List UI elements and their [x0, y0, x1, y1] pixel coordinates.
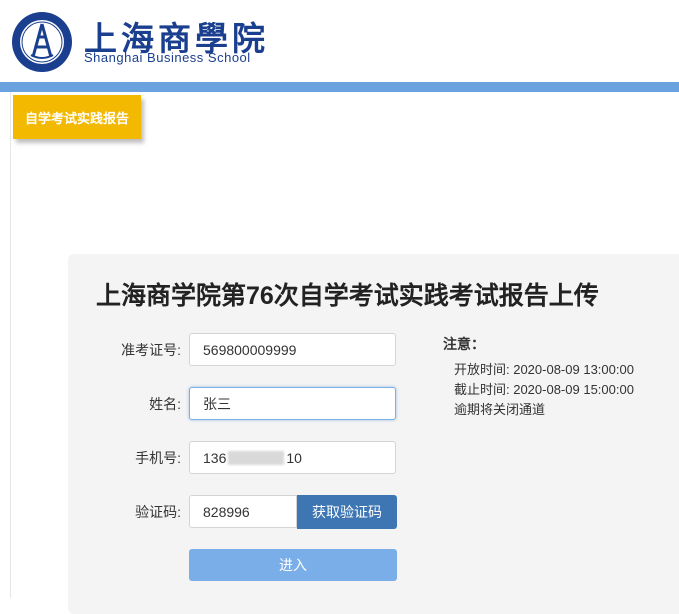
notice-overdue: 逾期将关闭通道 — [454, 402, 546, 417]
code-value: 828996 — [203, 503, 250, 520]
code-input[interactable]: 828996 — [189, 495, 297, 528]
notice-close-time: 截止时间: 2020-08-09 15:00:00 — [454, 382, 634, 397]
school-name-english: Shanghai Business School — [84, 50, 251, 65]
exam-id-label: 准考证号: — [121, 342, 181, 358]
code-label: 验证码: — [135, 504, 181, 520]
get-code-button[interactable]: 获取验证码 — [297, 495, 397, 529]
notice-title: 注意： — [443, 336, 485, 352]
school-emblem-logo[interactable] — [11, 11, 73, 73]
notice-open-time: 开放时间: 2020-08-09 13:00:00 — [454, 362, 634, 377]
left-border-line — [10, 92, 11, 598]
name-input[interactable]: 张三 — [189, 387, 396, 420]
phone-input[interactable]: 136 10 — [189, 441, 396, 474]
header-divider-bar — [0, 82, 679, 92]
exam-id-input[interactable]: 569800009999 — [189, 333, 396, 366]
section-tag: 自学考试实践报告 — [13, 95, 141, 139]
page-title: 上海商学院第76次自学考试实践考试报告上传 — [96, 282, 599, 310]
site-header: 上海商學院 Shanghai Business School — [0, 0, 679, 82]
enter-button[interactable]: 进入 — [189, 549, 397, 581]
redacted-digits — [228, 450, 285, 465]
name-value: 张三 — [203, 395, 231, 412]
phone-value-prefix: 136 — [203, 449, 227, 466]
exam-id-value: 569800009999 — [203, 341, 297, 358]
name-label: 姓名: — [149, 396, 181, 412]
phone-value-suffix: 10 — [286, 449, 302, 466]
phone-label: 手机号: — [135, 450, 181, 466]
